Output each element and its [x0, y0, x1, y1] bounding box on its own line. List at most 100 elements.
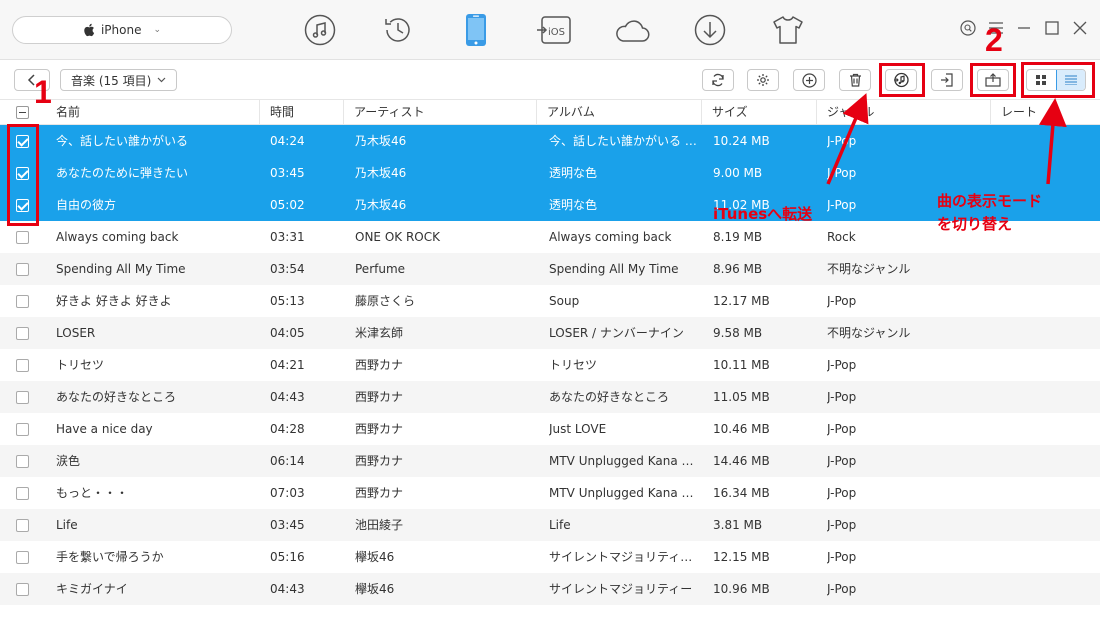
table-row[interactable]: もっと・・・ 07:03 西野カナ MTV Unplugged Kana Ni... 1… [0, 477, 1100, 509]
table-row[interactable]: トリセツ 04:21 西野カナ トリセツ 10.11 MB J-Pop [0, 349, 1100, 381]
table-row[interactable]: 涙色 06:14 西野カナ MTV Unplugged Kana Ni... 14.46… [0, 445, 1100, 477]
song-genre: J-Pop [827, 294, 857, 308]
song-artist: 欅坂46 [355, 582, 395, 596]
export-to-device-button[interactable] [931, 69, 963, 91]
song-name: Have a nice day [56, 422, 153, 436]
song-album: 透明な色 [549, 166, 598, 180]
row-checkbox[interactable] [16, 487, 29, 500]
maximize-icon[interactable] [1044, 20, 1060, 36]
column-header-rating[interactable]: レート [991, 100, 1100, 125]
table-row[interactable]: 今、話したい誰かがいる 04:24 乃木坂46 今、話したい誰かがいる (Sp... 1… [0, 125, 1100, 157]
song-time: 03:54 [270, 262, 305, 276]
song-genre: J-Pop [827, 390, 857, 404]
search-icon[interactable] [960, 20, 976, 36]
table-row[interactable]: あなたの好きなところ 04:43 西野カナ あなたの好きなところ 11.05 MB J-P… [0, 381, 1100, 413]
computer-export-icon [985, 73, 1001, 87]
view-mode-annotation-line2: を切り替え [937, 215, 1013, 233]
table-row[interactable]: あなたのために弾きたい 03:45 乃木坂46 透明な色 9.00 MB J-Pop [0, 157, 1100, 189]
minimize-icon[interactable] [1016, 20, 1032, 36]
song-size: 12.17 MB [713, 294, 770, 308]
download-icon[interactable] [690, 10, 730, 50]
row-checkbox[interactable] [16, 167, 29, 180]
row-checkbox[interactable] [16, 359, 29, 372]
column-header-album[interactable]: アルバム [537, 100, 702, 125]
cloud-icon[interactable] [612, 10, 652, 50]
song-album: 透明な色 [549, 198, 598, 212]
table-row[interactable]: キミガイナイ 04:43 欅坂46 サイレントマジョリティー 10.96 MB J-Pop [0, 573, 1100, 605]
column-header-genre[interactable]: ジャンル [817, 100, 991, 125]
device-selector[interactable]: iPhone ⌄ [12, 16, 232, 44]
column-header-time[interactable]: 時間 [260, 100, 344, 125]
table-row[interactable]: 手を繋いで帰ろうか 05:16 欅坂46 サイレントマジョリティー (Spec... 1… [0, 541, 1100, 573]
song-time: 06:14 [270, 454, 305, 468]
music-icon[interactable] [300, 10, 340, 50]
song-artist: 乃木坂46 [355, 134, 407, 148]
settings-button[interactable] [747, 69, 779, 91]
app-window: iPhone ⌄ iOS 音楽 (15 項目) 名前 時間 アーティスト アルバ… [0, 0, 1100, 640]
song-album: サイレントマジョリティー [549, 582, 693, 596]
phone-icon[interactable] [456, 10, 496, 50]
song-genre: 不明なジャンル [827, 326, 911, 340]
tshirt-icon[interactable] [768, 10, 808, 50]
chevron-down-icon: ⌄ [153, 25, 162, 35]
delete-button[interactable] [839, 69, 871, 91]
row-checkbox[interactable] [16, 551, 29, 564]
row-checkbox[interactable] [16, 583, 29, 596]
row-checkbox[interactable] [16, 263, 29, 276]
song-time: 04:05 [270, 326, 305, 340]
column-header-size[interactable]: サイズ [702, 100, 817, 125]
song-time: 03:45 [270, 166, 305, 180]
song-album: Life [549, 518, 571, 532]
add-button[interactable] [793, 69, 825, 91]
view-mode-toggle [1026, 69, 1086, 91]
song-name: 自由の彼方 [56, 198, 117, 212]
ios-icon[interactable]: iOS [534, 10, 574, 50]
song-genre: J-Pop [827, 134, 857, 148]
row-checkbox[interactable] [16, 199, 29, 212]
export-to-pc-button[interactable] [977, 69, 1009, 91]
transfer-to-itunes-button[interactable] [885, 69, 917, 91]
category-label: 音楽 (15 項目) [71, 73, 152, 88]
row-checkbox[interactable] [16, 295, 29, 308]
chevron-down-icon [157, 77, 166, 83]
table-row[interactable]: Spending All My Time 03:54 Perfume Spending… [0, 253, 1100, 285]
song-name: キミガイナイ [56, 582, 128, 596]
column-header-artist[interactable]: アーティスト [344, 100, 537, 125]
row-checkbox[interactable] [16, 327, 29, 340]
close-icon[interactable] [1072, 20, 1088, 36]
row-checkbox[interactable] [16, 391, 29, 404]
category-dropdown[interactable]: 音楽 (15 項目) [60, 69, 178, 91]
row-checkbox[interactable] [16, 455, 29, 468]
table-header: 名前 時間 アーティスト アルバム サイズ ジャンル レート [0, 100, 1100, 125]
song-album: 今、話したい誰かがいる (Sp... [549, 134, 697, 148]
select-all-checkbox[interactable] [16, 106, 29, 119]
table-row[interactable]: 好きよ 好きよ 好きよ 05:13 藤原さくら Soup 12.17 MB J-Pop [0, 285, 1100, 317]
song-name: あなたのために弾きたい [56, 166, 189, 180]
column-header-name[interactable]: 名前 [46, 100, 260, 125]
step-1-label: 1 [34, 74, 52, 110]
song-size: 8.19 MB [713, 230, 763, 244]
ios-label: iOS [548, 27, 565, 38]
song-album: トリセツ [549, 358, 598, 372]
song-size: 10.11 MB [713, 358, 770, 372]
table-row[interactable]: Life 03:45 池田綾子 Life 3.81 MB J-Pop [0, 509, 1100, 541]
table-row[interactable]: Have a nice day 04:28 西野カナ Just LOVE 10.46 M… [0, 413, 1100, 445]
history-icon[interactable] [378, 10, 418, 50]
song-size: 11.05 MB [713, 390, 770, 404]
row-checkbox[interactable] [16, 423, 29, 436]
window-controls [960, 20, 1088, 36]
song-genre: J-Pop [827, 454, 857, 468]
song-artist: 池田綾子 [355, 518, 404, 532]
grid-view-button[interactable] [1027, 70, 1056, 90]
top-bar: iPhone ⌄ iOS [0, 0, 1100, 60]
row-checkbox[interactable] [16, 135, 29, 148]
table-row[interactable]: 自由の彼方 05:02 乃木坂46 透明な色 11.02 MB J-Pop [0, 189, 1100, 221]
row-checkbox[interactable] [16, 231, 29, 244]
table-row[interactable]: Always coming back 03:31 ONE OK ROCK Always… [0, 221, 1100, 253]
song-artist: 西野カナ [355, 454, 404, 468]
song-time: 04:43 [270, 390, 305, 404]
row-checkbox[interactable] [16, 519, 29, 532]
refresh-button[interactable] [702, 69, 734, 91]
table-row[interactable]: LOSER 04:05 米津玄師 LOSER / ナンバーナイン 9.58 MB 不明なジ… [0, 317, 1100, 349]
list-view-button[interactable] [1055, 70, 1085, 90]
